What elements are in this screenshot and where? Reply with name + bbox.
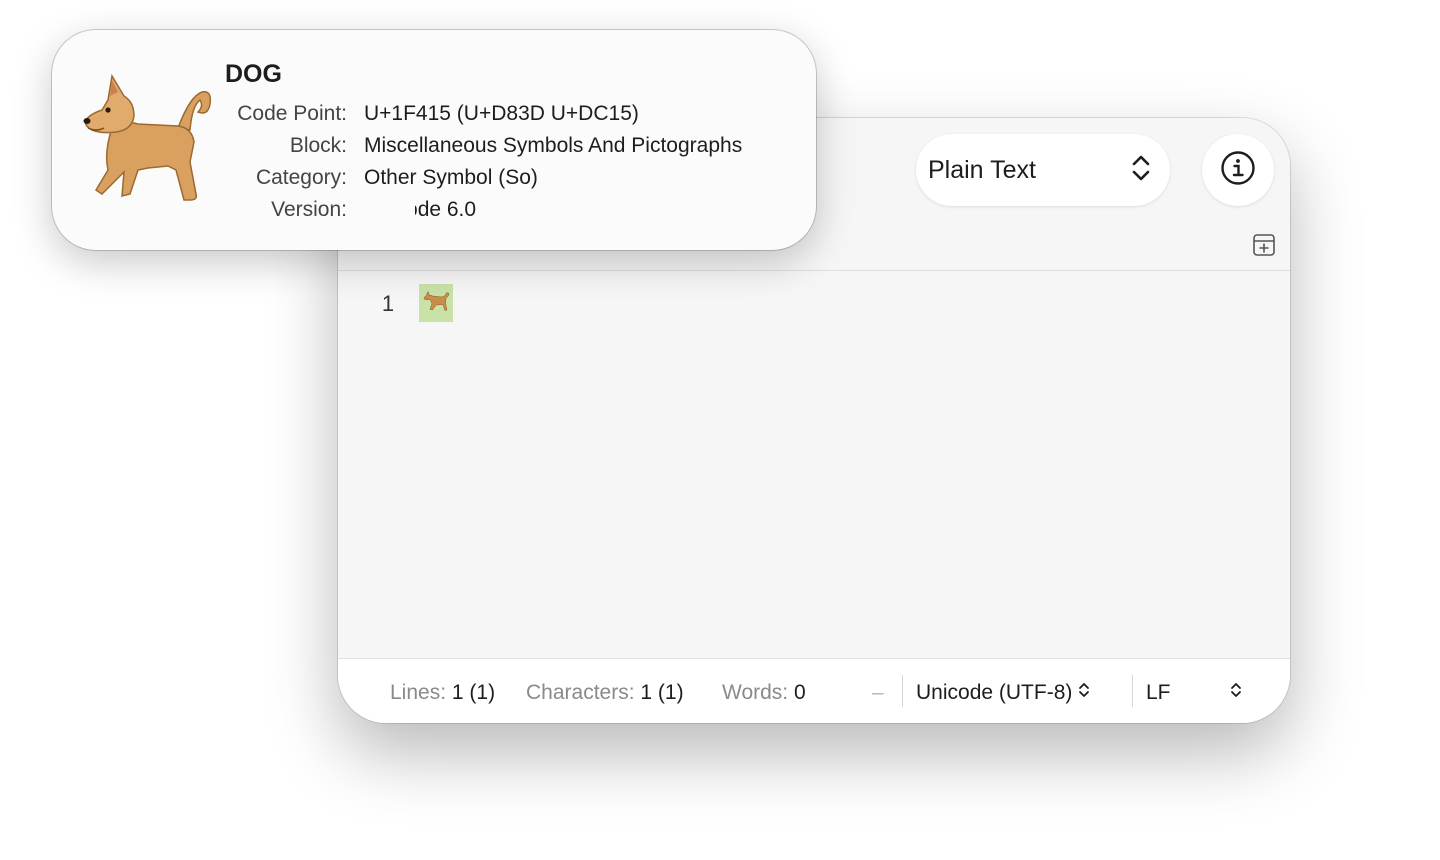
character-info-popover: DOG Code Point: U+1F415 (U+D83D U+DC15) … (52, 30, 816, 250)
characters-stat: Characters: 1 (1) (526, 681, 684, 705)
selected-character[interactable] (419, 284, 453, 322)
info-key: Code Point: (237, 102, 347, 125)
info-row: Version: Unicode 6.0 (225, 194, 742, 226)
characters-value: 1 (1) (640, 681, 684, 704)
status-divider (1132, 675, 1133, 707)
line-ending-popup-button[interactable]: LF (1146, 681, 1242, 705)
add-pane-button[interactable] (1252, 233, 1276, 262)
status-dash: – (872, 681, 884, 704)
character-info-table: Code Point: U+1F415 (U+D83D U+DC15) Bloc… (225, 98, 742, 226)
character-name: DOG (225, 60, 282, 88)
info-value: U+1F415 (U+D83D U+DC15) (364, 102, 639, 125)
info-button[interactable] (1202, 134, 1274, 206)
lines-label: Lines: (390, 681, 447, 704)
info-circle-icon (1220, 150, 1256, 191)
characters-label: Characters: (526, 681, 635, 704)
status-divider (902, 675, 903, 707)
lines-value: 1 (1) (451, 681, 496, 704)
popover-arrow-mask (355, 190, 415, 218)
add-pane-icon (1252, 233, 1276, 262)
dog-icon (78, 66, 213, 206)
words-label: Words: (722, 681, 789, 704)
info-value: Other Symbol (So) (364, 166, 538, 189)
up-down-chevron-icon (1078, 681, 1090, 705)
text-editor[interactable]: 1 (338, 271, 1290, 657)
dog-icon (421, 286, 451, 321)
line-number: 1 (381, 291, 395, 316)
info-row: Code Point: U+1F415 (U+D83D U+DC15) (225, 98, 742, 130)
encoding-label: Unicode (UTF-8) (916, 681, 1073, 704)
info-row: Category: Other Symbol (So) (225, 162, 742, 194)
words-value: 0 (793, 681, 806, 704)
info-value: Miscellaneous Symbols And Pictographs (364, 134, 743, 157)
info-key: Version: (271, 198, 347, 221)
status-bar: Lines: 1 (1) Characters: 1 (1) Words: 0 … (338, 658, 1290, 723)
syntax-popup-button[interactable]: Plain Text (916, 134, 1170, 206)
up-down-chevron-icon (1230, 681, 1242, 705)
line-ending-label: LF (1146, 681, 1171, 704)
up-down-chevron-icon (1130, 153, 1152, 188)
encoding-popup-button[interactable]: Unicode (UTF-8) (916, 681, 1090, 705)
lines-stat: Lines: 1 (1) (390, 681, 495, 705)
info-key: Category: (255, 166, 347, 189)
words-stat: Words: 0 (722, 681, 806, 705)
info-key: Block: (289, 134, 347, 157)
info-row: Block: Miscellaneous Symbols And Pictogr… (225, 130, 742, 162)
syntax-label: Plain Text (928, 155, 1036, 184)
